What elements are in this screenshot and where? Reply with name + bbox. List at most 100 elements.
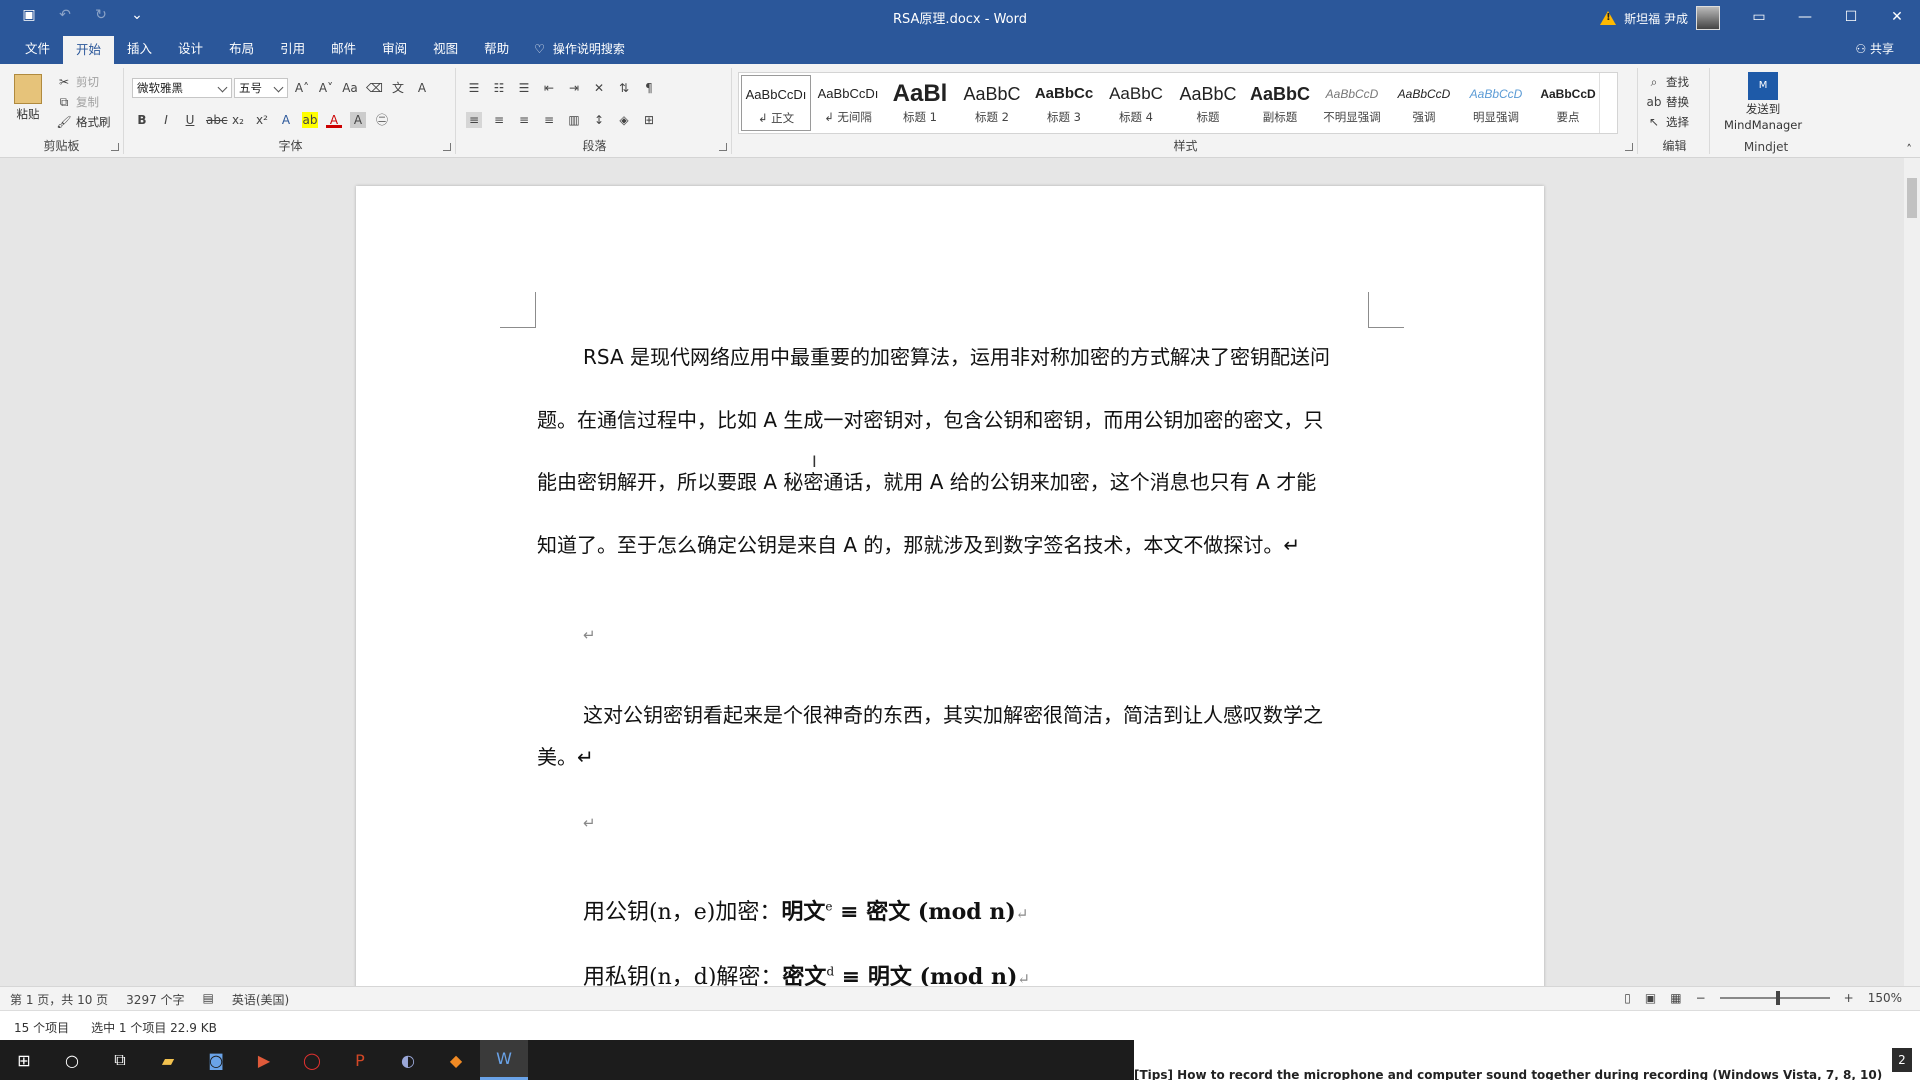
read-mode-icon[interactable]: ▯ [1624, 991, 1631, 1005]
clipboard-launcher-icon[interactable] [111, 143, 119, 151]
clear-formatting-icon[interactable]: ⌫ [366, 80, 383, 96]
shading-icon[interactable]: ◈ [616, 112, 632, 128]
file-explorer-icon[interactable]: ▰ [144, 1040, 192, 1080]
increase-indent-icon[interactable]: ⇥ [566, 80, 582, 96]
enclose-characters-icon[interactable]: ㊁ [374, 112, 390, 128]
zoom-slider[interactable] [1719, 991, 1830, 1005]
camera-app-icon[interactable]: ◙ [192, 1040, 240, 1080]
style-no-spacing[interactable]: AaBbCcDı ↲ 无间隔 [813, 75, 883, 131]
character-shading-icon[interactable]: A [350, 112, 366, 128]
font-name-combo[interactable]: 微软雅黑 [132, 78, 232, 98]
zoom-level[interactable]: 150% [1868, 991, 1902, 1005]
decrease-indent-icon[interactable]: ⇤ [541, 80, 557, 96]
tab-design[interactable]: 设计 [165, 34, 216, 64]
scrollbar-thumb[interactable] [1907, 178, 1917, 218]
close-icon[interactable]: ✕ [1874, 0, 1920, 34]
send-to-mindmanager-button[interactable]: M 发送到 MindManager [1724, 72, 1802, 132]
font-color-icon[interactable]: A [326, 112, 342, 128]
document-page[interactable]: RSA 是现代网络应用中最重要的加密算法，运用非对称加密的方式解决了密钥配送问 … [356, 186, 1544, 1006]
opera-icon[interactable]: ◯ [288, 1040, 336, 1080]
ribbon-display-options-icon[interactable]: ▭ [1736, 0, 1782, 34]
grow-font-icon[interactable]: A˄ [294, 80, 310, 96]
zoom-out-icon[interactable]: − [1696, 991, 1706, 1005]
share-button[interactable]: ⚇ 共享 [1855, 34, 1894, 64]
justify-icon[interactable]: ≡ [541, 112, 557, 128]
find-button[interactable]: ⌕ 查找 [1646, 74, 1689, 90]
chinese-layout-icon[interactable]: ✕ [591, 80, 607, 96]
maximize-icon[interactable]: ☐ [1828, 0, 1874, 34]
minimize-icon[interactable]: — [1782, 0, 1828, 34]
paragraph-1[interactable]: RSA 是现代网络应用中最重要的加密算法，运用非对称加密的方式解决了密钥配送问 … [537, 342, 1367, 592]
select-button[interactable]: ↖ 选择 [1646, 114, 1689, 130]
style-subtitle[interactable]: AaBbC 副标题 [1245, 75, 1315, 131]
subscript-icon[interactable]: x₂ [230, 112, 246, 128]
document-area[interactable]: RSA 是现代网络应用中最重要的加密算法，运用非对称加密的方式解决了密钥配送问 … [0, 158, 1904, 1006]
align-left-icon[interactable]: ≡ [466, 112, 482, 128]
print-layout-icon[interactable]: ▣ [1645, 991, 1656, 1005]
multilevel-list-icon[interactable]: ☰ [516, 80, 532, 96]
sort-icon[interactable]: ⇅ [616, 80, 632, 96]
superscript-icon[interactable]: x² [254, 112, 270, 128]
zoom-in-icon[interactable]: + [1844, 991, 1854, 1005]
search-circle-icon[interactable]: ○ [48, 1040, 96, 1080]
web-layout-icon[interactable]: ▦ [1670, 991, 1681, 1005]
copy-button[interactable]: ⧉ 复制 [56, 94, 99, 110]
strikethrough-icon[interactable]: abc [206, 112, 228, 128]
page-count[interactable]: 第 1 页，共 10 页 [10, 991, 108, 1008]
tab-layout[interactable]: 布局 [216, 34, 267, 64]
shrink-font-icon[interactable]: A˅ [318, 80, 334, 96]
media-app-icon[interactable]: ◐ [384, 1040, 432, 1080]
empty-paragraph[interactable]: ↵ [537, 808, 1367, 871]
style-heading-2[interactable]: AaBbC 标题 2 [957, 75, 1027, 131]
align-right-icon[interactable]: ≡ [516, 112, 532, 128]
style-normal[interactable]: AaBbCcDı ↲ 正文 [741, 75, 811, 131]
style-emphasis[interactable]: AaBbCcD 强调 [1389, 75, 1459, 131]
tab-mailings[interactable]: 邮件 [318, 34, 369, 64]
word-count[interactable]: 3297 个字 [126, 991, 184, 1008]
account-area[interactable]: 斯坦福 尹成 [1600, 6, 1720, 30]
tab-references[interactable]: 引用 [267, 34, 318, 64]
style-heading-4[interactable]: AaBbC 标题 4 [1101, 75, 1171, 131]
video-editor-icon[interactable]: ▶ [240, 1040, 288, 1080]
vertical-scrollbar[interactable] [1904, 158, 1920, 986]
phonetic-guide-icon[interactable]: 文 [390, 80, 406, 96]
style-heading-3[interactable]: AaBbCc 标题 3 [1029, 75, 1099, 131]
borders-icon[interactable]: ⊞ [641, 112, 657, 128]
align-center-icon[interactable]: ≡ [491, 112, 507, 128]
tab-view[interactable]: 视图 [420, 34, 471, 64]
notification-badge[interactable]: 2 [1892, 1048, 1912, 1072]
equation-encrypt[interactable]: 用公钥(n，e)加密：明文e ≡ 密文 (mod n)↵ [583, 894, 1028, 926]
change-case-icon[interactable]: Aa [342, 80, 358, 96]
word-icon[interactable]: W [480, 1040, 528, 1080]
replace-button[interactable]: ab 替换 [1646, 94, 1690, 110]
font-launcher-icon[interactable] [443, 143, 451, 151]
tab-help[interactable]: 帮助 [471, 34, 522, 64]
tab-file[interactable]: 文件 [12, 34, 63, 64]
tell-me-search[interactable]: ♡ 操作说明搜索 [522, 34, 625, 64]
cut-button[interactable]: ✂ 剪切 [56, 74, 99, 90]
bullets-icon[interactable]: ☰ [466, 80, 482, 96]
text-effects-icon[interactable]: A [278, 112, 294, 128]
styles-more-icon[interactable] [1599, 73, 1617, 133]
format-painter-button[interactable]: 🖌 格式刷 [56, 114, 110, 130]
powerpoint-icon[interactable]: P [336, 1040, 384, 1080]
style-strong[interactable]: AaBbCcD 要点 [1533, 75, 1603, 131]
distributed-icon[interactable]: ▥ [566, 112, 582, 128]
paragraph-launcher-icon[interactable] [719, 143, 727, 151]
tab-home[interactable]: 开始 [63, 36, 115, 64]
tab-insert[interactable]: 插入 [114, 34, 165, 64]
italic-icon[interactable]: I [158, 112, 174, 128]
empty-paragraph[interactable]: ↵ [537, 620, 1367, 683]
numbering-icon[interactable]: ☷ [491, 80, 507, 96]
character-border-icon[interactable]: A [414, 80, 430, 96]
style-intense-emphasis[interactable]: AaBbCcD 明显强调 [1461, 75, 1531, 131]
windows-start-icon[interactable]: ⊞ [0, 1040, 48, 1080]
collapse-ribbon-icon[interactable]: ˄ [1906, 142, 1912, 156]
paragraph-2[interactable]: 这对公钥密钥看起来是个很神奇的东西，其实加解密很简洁，简洁到让人感叹数学之 美。… [537, 700, 1367, 784]
show-marks-icon[interactable]: ¶ [641, 80, 657, 96]
bold-icon[interactable]: B [134, 112, 150, 128]
style-title[interactable]: AaBbC 标题 [1173, 75, 1243, 131]
style-heading-1[interactable]: AaBl 标题 1 [885, 75, 955, 131]
avatar[interactable] [1696, 6, 1720, 30]
style-subtle-emphasis[interactable]: AaBbCcD 不明显强调 [1317, 75, 1387, 131]
